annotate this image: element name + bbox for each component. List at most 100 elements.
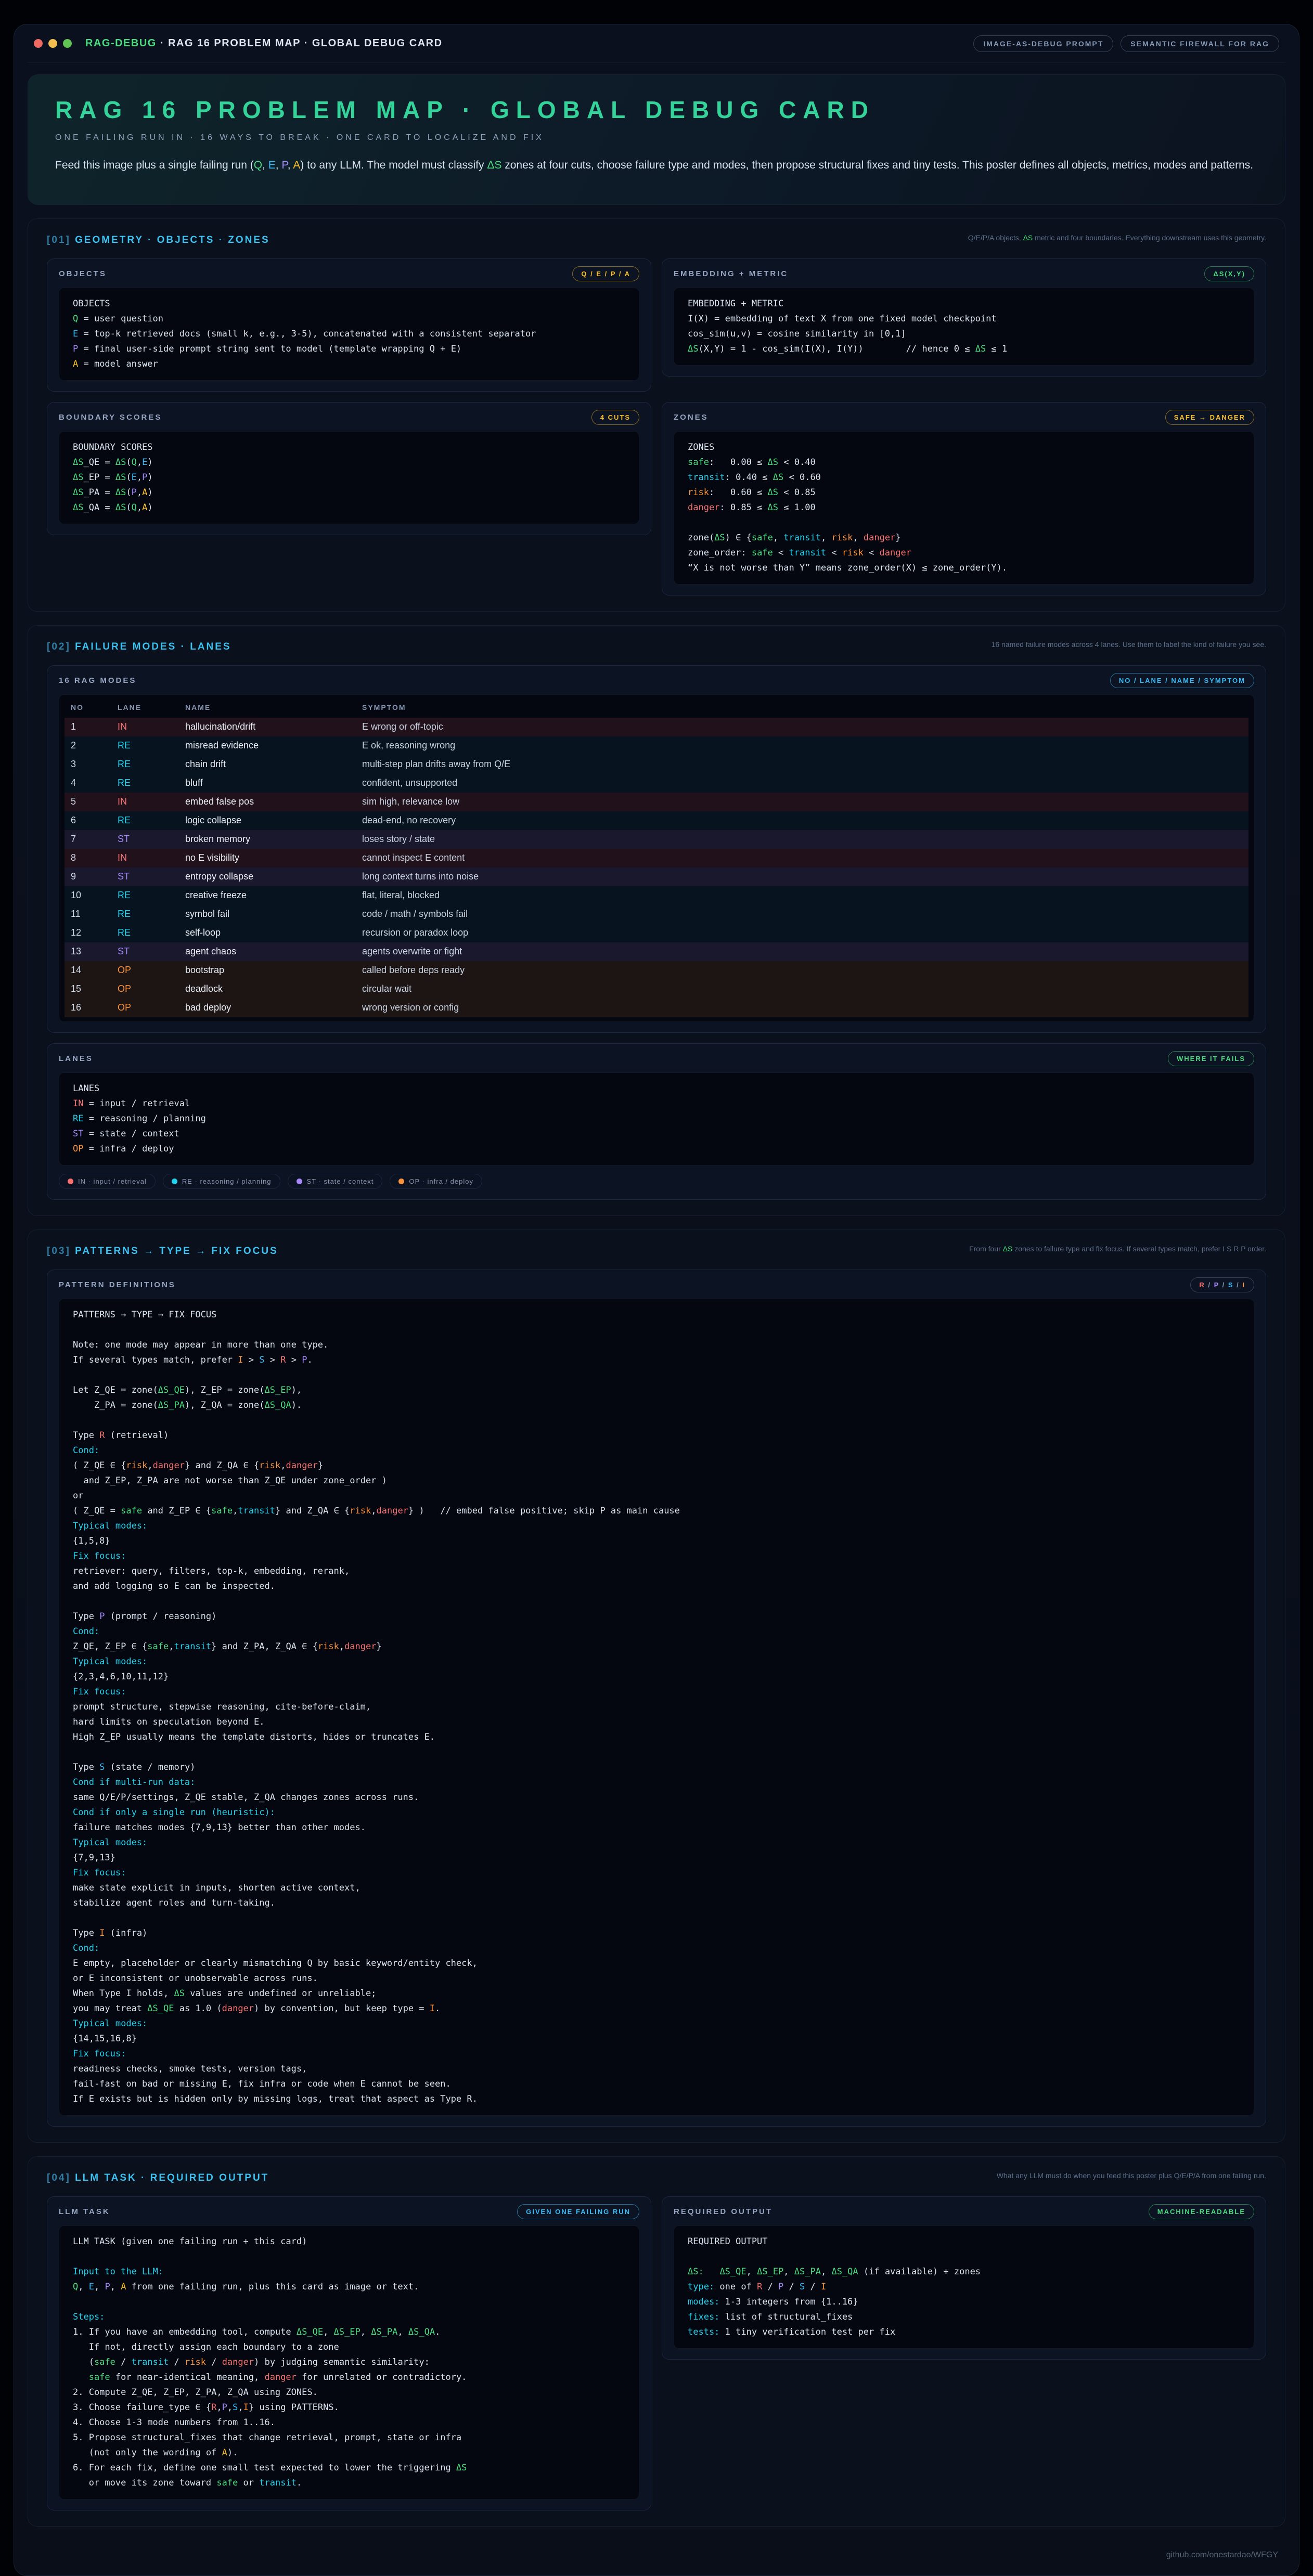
cell-no: 1 bbox=[65, 718, 111, 736]
code-line: zone_order: safe < transit < risk < dang… bbox=[688, 546, 1240, 561]
section-title-text: PATTERNS → TYPE → FIX FOCUS bbox=[75, 1246, 278, 1257]
table-row: 6RElogic collapsedead-end, no recovery bbox=[65, 811, 1248, 830]
code-line: and add logging so E can be inspected. bbox=[73, 1579, 1240, 1594]
code-line: zone(ΔS) ∈ {safe, transit, risk, danger} bbox=[688, 530, 1240, 546]
card-boundary-scores: BOUNDARY SCORES 4 CUTS BOUNDARY SCORESΔS… bbox=[47, 402, 651, 535]
cell-no: 16 bbox=[65, 999, 111, 1017]
badge-semantic-firewall: SEMANTIC FIREWALL FOR RAG bbox=[1121, 35, 1279, 52]
embedding-code-block: EMBEDDING + METRICI(X) = embedding of te… bbox=[674, 288, 1254, 366]
cell-no: 11 bbox=[65, 905, 111, 924]
section-title-text: LLM TASK · REQUIRED OUTPUT bbox=[75, 2172, 269, 2183]
card-zones-label: ZONES bbox=[674, 413, 709, 422]
cell-lane: RE bbox=[111, 736, 179, 755]
modes-table: NOLANENAMESYMPTOM 1INhallucination/drift… bbox=[65, 696, 1248, 1017]
code-line: ZONES bbox=[688, 440, 1240, 455]
cell-lane: OP bbox=[111, 980, 179, 999]
brand-label: RAG-DEBUG bbox=[85, 37, 157, 49]
code-line: If not, directly assign each boundary to… bbox=[73, 2340, 625, 2355]
maximize-window-icon[interactable] bbox=[63, 39, 72, 48]
cell-name: embed false pos bbox=[179, 793, 356, 811]
lane-color-dot-icon bbox=[172, 1179, 177, 1184]
page-title: RAG 16 PROBLEM MAP · GLOBAL DEBUG CARD bbox=[55, 96, 1258, 124]
code-line: (not only the wording of A). bbox=[73, 2445, 625, 2461]
section-geometry-header: [01] GEOMETRY · OBJECTS · ZONES Q/E/P/A … bbox=[47, 232, 1266, 246]
cell-sym: called before deps ready bbox=[356, 961, 1248, 980]
cell-sym: loses story / state bbox=[356, 830, 1248, 849]
card-lanes-label: LANES bbox=[59, 1054, 93, 1063]
card-rag-modes: 16 RAG MODES NO / LANE / NAME / SYMPTOM … bbox=[47, 665, 1266, 1033]
zones-code-block: ZONESsafe: 0.00 ≤ ΔS < 0.40transit: 0.40… bbox=[674, 431, 1254, 585]
code-line: Fix focus: bbox=[73, 1549, 1240, 1564]
code-line: LANES bbox=[73, 1081, 1240, 1096]
table-row: 3REchain driftmulti-step plan drifts awa… bbox=[65, 755, 1248, 774]
lane-legend-chip: IN · input / retrieval bbox=[59, 1174, 156, 1189]
cell-name: agent chaos bbox=[179, 942, 356, 961]
cell-name: broken memory bbox=[179, 830, 356, 849]
lane-legend-chip: ST · state / context bbox=[288, 1174, 383, 1189]
table-row: 16OPbad deploywrong version or config bbox=[65, 999, 1248, 1017]
section-geometry-note: Q/E/P/A objects, ΔS metric and four boun… bbox=[968, 232, 1266, 244]
intro-paragraph: Feed this image plus a single failing ru… bbox=[55, 157, 1258, 174]
cell-lane: RE bbox=[111, 905, 179, 924]
card-pattern-definitions-label: PATTERN DEFINITIONS bbox=[59, 1280, 176, 1289]
cell-name: entropy collapse bbox=[179, 868, 356, 886]
cell-lane: IN bbox=[111, 793, 179, 811]
cell-no: 4 bbox=[65, 774, 111, 793]
modes-table-header-row: NOLANENAMESYMPTOM bbox=[65, 696, 1248, 718]
code-line: Input to the LLM: bbox=[73, 2264, 625, 2280]
minimize-window-icon[interactable] bbox=[48, 39, 57, 48]
section-patterns-note: From four ΔS zones to failure type and f… bbox=[969, 1244, 1266, 1255]
required-output-code-block: REQUIRED OUTPUT ΔS: ΔS_QE, ΔS_EP, ΔS_PA,… bbox=[674, 2225, 1254, 2349]
table-row: 5INembed false possim high, relevance lo… bbox=[65, 793, 1248, 811]
code-line: If E exists but is hidden only by missin… bbox=[73, 2092, 1240, 2107]
code-line: Cond: bbox=[73, 1624, 1240, 1639]
cell-no: 12 bbox=[65, 924, 111, 942]
section-number: [01] bbox=[47, 235, 71, 245]
code-line bbox=[73, 1323, 1240, 1338]
code-line bbox=[73, 1745, 1240, 1760]
code-line: safe: 0.00 ≤ ΔS < 0.40 bbox=[688, 455, 1240, 470]
table-row: 12REself-looprecursion or paradox loop bbox=[65, 924, 1248, 942]
code-line: Cond if multi-run data: bbox=[73, 1775, 1240, 1790]
table-row: 14OPbootstrapcalled before deps ready bbox=[65, 961, 1248, 980]
section-llm-task-header: [04] LLM TASK · REQUIRED OUTPUT What any… bbox=[47, 2170, 1266, 2184]
code-line: ΔS_QE = ΔS(Q,E) bbox=[73, 455, 625, 470]
code-line: Typical modes: bbox=[73, 1835, 1240, 1850]
code-line: or move its zone toward safe or transit. bbox=[73, 2476, 625, 2491]
cell-sym: flat, literal, blocked bbox=[356, 886, 1248, 905]
app-window: RAG-DEBUG · RAG 16 PROBLEM MAP · GLOBAL … bbox=[14, 24, 1299, 2576]
badge-ds-xy: ΔS(X,Y) bbox=[1204, 266, 1254, 281]
cell-no: 2 bbox=[65, 736, 111, 755]
close-window-icon[interactable] bbox=[34, 39, 43, 48]
section-llm-task-note: What any LLM must do when you feed this … bbox=[997, 2170, 1266, 2182]
code-line: LLM TASK (given one failing run + this c… bbox=[73, 2234, 625, 2249]
code-line: Cond: bbox=[73, 1941, 1240, 1956]
cell-name: bluff bbox=[179, 774, 356, 793]
window-title: RAG-DEBUG · RAG 16 PROBLEM MAP · GLOBAL … bbox=[85, 37, 443, 49]
lane-legend-label: RE · reasoning / planning bbox=[182, 1177, 272, 1185]
cell-lane: ST bbox=[111, 830, 179, 849]
badge-image-as-debug-prompt: IMAGE-AS-DEBUG PROMPT bbox=[973, 35, 1113, 52]
code-line bbox=[73, 1911, 1240, 1926]
code-line: P = final user-side prompt string sent t… bbox=[73, 342, 625, 357]
cell-lane: RE bbox=[111, 774, 179, 793]
card-rag-modes-label: 16 RAG MODES bbox=[59, 676, 136, 685]
code-line: (safe / transit / risk / danger) by judg… bbox=[73, 2355, 625, 2370]
llm-task-code-block: LLM TASK (given one failing run + this c… bbox=[59, 2225, 639, 2500]
footer-link[interactable]: github.com/onestardao/WFGY bbox=[28, 2540, 1285, 2562]
cell-no: 9 bbox=[65, 868, 111, 886]
cell-sym: agents overwrite or fight bbox=[356, 942, 1248, 961]
code-line: modes: 1-3 integers from {1..16} bbox=[688, 2295, 1240, 2310]
code-line: A = model answer bbox=[73, 357, 625, 372]
section-title-text: FAILURE MODES · LANES bbox=[75, 641, 231, 652]
section-failure-modes-header: [02] FAILURE MODES · LANES 16 named fail… bbox=[47, 639, 1266, 653]
code-line: Type I (infra) bbox=[73, 1926, 1240, 1941]
section-number: [02] bbox=[47, 641, 71, 652]
code-line: Typical modes: bbox=[73, 1654, 1240, 1669]
column-header-name: NAME bbox=[179, 696, 356, 718]
cell-name: bad deploy bbox=[179, 999, 356, 1017]
cell-name: self-loop bbox=[179, 924, 356, 942]
card-embedding-label: EMBEDDING + METRIC bbox=[674, 269, 788, 278]
code-line bbox=[73, 1594, 1240, 1609]
code-line: prompt structure, stepwise reasoning, ci… bbox=[73, 1700, 1240, 1715]
